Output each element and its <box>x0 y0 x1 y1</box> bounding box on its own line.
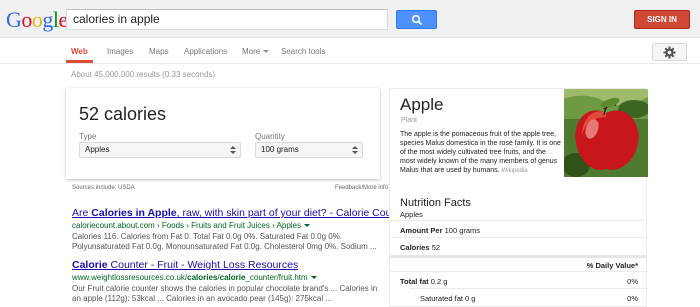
active-tab-indicator <box>66 60 93 63</box>
title-text: Are <box>72 207 92 219</box>
type-label: Type <box>79 132 97 141</box>
calories-label: Calories <box>400 243 430 252</box>
logo-letter: o <box>21 7 32 32</box>
quantity-select-value: 100 grams <box>261 145 299 154</box>
quantity-select[interactable]: 100 grams <box>255 142 363 158</box>
logo-letter: o <box>31 7 43 32</box>
title-text: , raw, with skin part of your diet? - Ca… <box>176 207 401 219</box>
result-title-link[interactable]: Calorie Counter - Fruit - Weight Loss Re… <box>72 259 382 271</box>
tab-search-tools[interactable]: Search tools <box>281 47 325 56</box>
result-snippet: Polyunsaturated Fat 0.0g. Monounsaturate… <box>72 242 377 251</box>
gear-icon <box>663 46 676 59</box>
calorie-calculator-card: 52 calories Type Apples Quantity 100 gra… <box>66 88 380 179</box>
tab-applications[interactable]: Applications <box>184 47 227 56</box>
top-bar: Google calories in apple SIGN IN <box>0 0 700 38</box>
search-icon <box>411 14 423 26</box>
logo-letter: G <box>6 7 22 32</box>
sat-fat-value: 0 g <box>465 294 476 303</box>
url-text: www.weightlossresources.co.uk/ <box>72 273 188 282</box>
tab-more[interactable]: More <box>242 47 270 56</box>
chevron-down-icon[interactable] <box>304 224 310 228</box>
calories-value: 52 <box>431 243 441 252</box>
nutrition-row-calories: Calories 52 <box>390 237 647 255</box>
title-highlight: Calorie <box>72 259 108 271</box>
search-result: Are Calories in Apple, raw, with skin pa… <box>72 207 400 252</box>
result-url: www.weightlossresources.co.uk/calories/c… <box>72 273 382 282</box>
result-title-link[interactable]: Are Calories in Apple, raw, with skin pa… <box>72 207 400 219</box>
amount-per-label: Amount Per <box>400 226 443 235</box>
result-snippet: Calories 116. Calories from Fat 0. Total… <box>72 232 343 241</box>
sign-in-button[interactable]: SIGN IN <box>634 10 690 29</box>
settings-button[interactable] <box>652 43 687 61</box>
apple-image[interactable] <box>564 89 648 177</box>
sources-note: Sources include: USDA <box>72 185 135 191</box>
nutrition-food: Apples <box>400 210 423 219</box>
knowledge-panel: Apple Plant The apple is the pomaceous f… <box>389 88 648 307</box>
total-fat-label: Total fat <box>400 277 429 286</box>
kp-description: The apple is the pomaceous fruit of the … <box>400 130 563 176</box>
sat-fat-pct: 0% <box>627 294 638 303</box>
search-input[interactable]: calories in apple <box>66 9 388 30</box>
tab-more-label: More <box>242 47 261 56</box>
search-nav: Web Images Maps Applications More Search… <box>0 38 700 64</box>
tab-web[interactable]: Web <box>71 47 88 56</box>
kp-subtitle: Plant <box>401 117 417 124</box>
nutrition-row-sat-fat: Saturated fat 0 g 0% <box>410 288 647 306</box>
kp-title: Apple <box>400 95 444 114</box>
kp-description-text: The apple is the pomaceous fruit of the … <box>400 131 561 174</box>
wikipedia-link[interactable]: Wikipedia <box>502 168 528 174</box>
nutrition-row-amount: Amount Per 100 grams <box>390 220 647 237</box>
tab-maps[interactable]: Maps <box>149 47 169 56</box>
search-result: Calorie Counter - Fruit - Weight Loss Re… <box>72 259 382 304</box>
url-text: caloriecount.about.com › Foods › Fruits … <box>72 221 301 230</box>
nutrition-row-total-fat: Total fat 0.2 g 0% <box>390 271 647 288</box>
sat-fat-label: Saturated fat <box>420 294 463 303</box>
tab-images[interactable]: Images <box>107 47 133 56</box>
total-fat-pct: 0% <box>627 277 638 286</box>
result-stats: About 45,000,000 results (0.33 seconds) <box>71 70 216 79</box>
nutrition-facts-header: Nutrition Facts <box>400 197 471 209</box>
feedback-link[interactable]: Feedback/More info <box>335 185 388 191</box>
quantity-label: Quantity <box>255 132 285 141</box>
search-button[interactable] <box>396 10 437 29</box>
select-arrows-icon <box>230 146 236 155</box>
total-fat-value: 0.2 g <box>430 277 448 286</box>
chevron-down-icon <box>263 50 270 54</box>
url-text: _counter/fruit.htm <box>245 273 308 282</box>
url-highlight: calorie <box>219 273 246 282</box>
result-snippet: an apple (112g): 53kcal ... Calories in … <box>72 294 333 303</box>
amount-per-value: 100 grams <box>444 226 481 235</box>
select-arrows-icon <box>352 146 358 155</box>
google-logo[interactable]: Google <box>6 7 68 33</box>
result-url: caloriecount.about.com › Foods › Fruits … <box>72 221 382 230</box>
result-snippet: Our Fruit calorie counter shows the calo… <box>72 284 378 293</box>
chevron-down-icon[interactable] <box>310 276 317 280</box>
logo-letter: g <box>42 7 53 32</box>
url-highlight: calories <box>187 273 218 282</box>
type-select[interactable]: Apples <box>79 142 241 158</box>
title-text: Counter - Fruit - Weight Loss Resources <box>107 259 299 271</box>
daily-value-header: % Daily Value* <box>586 261 638 270</box>
type-select-value: Apples <box>85 145 110 154</box>
title-highlight: Calories in Apple <box>91 207 177 219</box>
calorie-value: 52 calories <box>79 104 167 124</box>
